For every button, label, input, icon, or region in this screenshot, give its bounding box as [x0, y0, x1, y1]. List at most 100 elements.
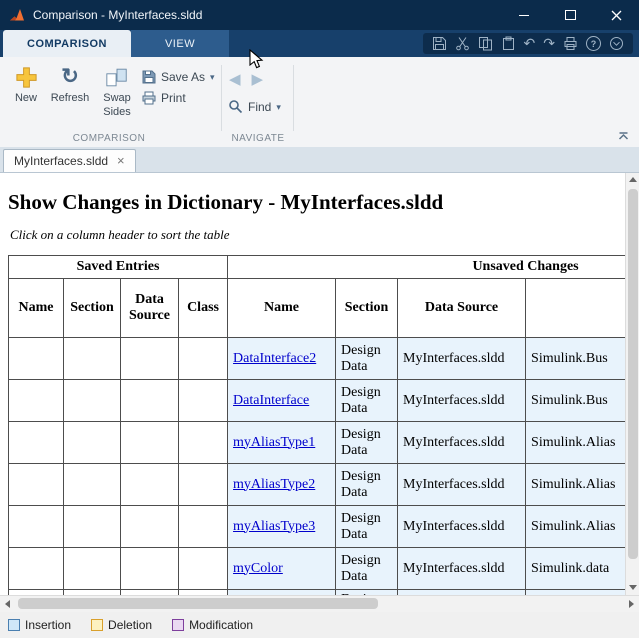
cell-name: myColor: [228, 548, 336, 590]
column-header-unsaved-name[interactable]: Name: [228, 279, 336, 338]
maximize-icon: [565, 10, 576, 20]
cell-saved-class: [179, 506, 228, 548]
legend-deletion: Deletion: [91, 618, 152, 632]
save-as-button[interactable]: Save As ▾: [142, 70, 215, 84]
report-subtitle: Click on a column header to sort the tab…: [10, 227, 625, 243]
scroll-down-arrow[interactable]: [629, 585, 637, 590]
document-tab-label: MyInterfaces.sldd: [14, 154, 108, 168]
cell-data-source: MyInterfaces.sldd: [398, 338, 526, 380]
cut-icon[interactable]: [455, 36, 470, 51]
scroll-left-arrow[interactable]: [5, 600, 10, 608]
cell-class: Simulink.Alias: [526, 422, 625, 464]
column-header-saved-data-source[interactable]: Data Source: [121, 279, 179, 338]
cell-class: Simulink.data: [526, 548, 625, 590]
cell-saved-name: [9, 422, 64, 464]
vertical-scroll-thumb[interactable]: [628, 189, 638, 559]
cell-saved-name: [9, 506, 64, 548]
table-row: myAliasType1 Design Data MyInterfaces.sl…: [9, 422, 626, 464]
find-button[interactable]: Find ▾: [228, 99, 281, 114]
chevron-down-icon: ▾: [276, 102, 281, 112]
cell-saved-section: [64, 464, 121, 506]
forward-button[interactable]: ▶: [252, 70, 264, 88]
cell-name: myAliasType3: [228, 506, 336, 548]
report-area: Show Changes in Dictionary - MyInterface…: [0, 172, 625, 595]
table-row: myAliasType2 Design Data MyInterfaces.sl…: [9, 464, 626, 506]
column-header-unsaved-class[interactable]: [526, 279, 625, 338]
swap-sides-icon: [105, 64, 129, 90]
report-title: Show Changes in Dictionary - MyInterface…: [8, 190, 625, 215]
cell-name: myAliasType2: [228, 464, 336, 506]
vertical-scrollbar[interactable]: [625, 172, 639, 595]
quick-access-toolbar: ↶ ↷ ?: [423, 33, 633, 54]
cell-saved-name: [9, 464, 64, 506]
new-button[interactable]: New: [8, 64, 44, 104]
search-icon: [228, 99, 243, 114]
ribbon: New ↻ Refresh Swap Sides Save As ▾ Print…: [0, 57, 639, 148]
undo-icon[interactable]: ↶: [524, 37, 536, 50]
maximize-button[interactable]: [547, 0, 593, 30]
cell-saved-data-source: [121, 464, 179, 506]
legend-modification-label: Modification: [189, 618, 253, 632]
cell-class: Simulink.Alias: [526, 506, 625, 548]
cell-saved-name: [9, 380, 64, 422]
tab-comparison[interactable]: COMPARISON: [3, 30, 131, 57]
column-header-unsaved-data-source[interactable]: Data Source: [398, 279, 526, 338]
cell-data-source: MyInterfaces.sldd: [398, 548, 526, 590]
print-label: Print: [161, 91, 186, 105]
matlab-logo-icon: [9, 7, 25, 23]
close-button[interactable]: [593, 0, 639, 30]
scroll-right-arrow[interactable]: [629, 600, 634, 608]
group-separator: [221, 65, 222, 131]
table-row: myColor Design Data MyInterfaces.sldd Si…: [9, 548, 626, 590]
refresh-button[interactable]: ↻ Refresh: [47, 64, 93, 104]
cell-saved-section: [64, 422, 121, 464]
cell-section: Design Data: [336, 548, 398, 590]
legend-deletion-label: Deletion: [108, 618, 152, 632]
entry-link[interactable]: myColor: [233, 561, 283, 576]
print-icon[interactable]: [563, 36, 578, 51]
table-row: myAliasType3 Design Data MyInterfaces.sl…: [9, 506, 626, 548]
column-header-unsaved-section[interactable]: Section: [336, 279, 398, 338]
group-header-row: Saved Entries Unsaved Changes: [9, 256, 626, 279]
entry-link[interactable]: myAliasType1: [233, 435, 315, 450]
help-icon[interactable]: ?: [586, 36, 601, 51]
find-label: Find: [248, 100, 271, 114]
cell-saved-class: [179, 422, 228, 464]
minimize-button[interactable]: [501, 0, 547, 30]
entry-link[interactable]: DataInterface: [233, 393, 309, 408]
tab-view[interactable]: VIEW: [131, 30, 229, 57]
copy-icon[interactable]: [478, 36, 493, 51]
column-header-saved-section[interactable]: Section: [64, 279, 121, 338]
column-header-saved-name[interactable]: Name: [9, 279, 64, 338]
refresh-icon: ↻: [61, 64, 79, 90]
tab-close-icon[interactable]: ×: [117, 155, 125, 167]
collapse-ribbon-button[interactable]: [617, 129, 630, 142]
printer-icon: [142, 91, 156, 105]
entry-link[interactable]: myAliasType2: [233, 477, 315, 492]
table-row: DataInterface Design Data MyInterfaces.s…: [9, 380, 626, 422]
back-button[interactable]: ◀: [229, 70, 241, 88]
document-tab[interactable]: MyInterfaces.sldd ×: [3, 149, 136, 172]
entry-link[interactable]: DataInterface2: [233, 351, 316, 366]
cell-name: DataInterface: [228, 380, 336, 422]
cell-saved-class: [179, 464, 228, 506]
cell-saved-data-source: [121, 506, 179, 548]
horizontal-scroll-thumb[interactable]: [18, 598, 378, 609]
entry-link[interactable]: myAliasType3: [233, 519, 315, 534]
cell-saved-name: [9, 548, 64, 590]
cell-saved-data-source: [121, 548, 179, 590]
legend-modification: Modification: [172, 618, 253, 632]
cell-saved-class: [179, 380, 228, 422]
paste-icon[interactable]: [501, 36, 516, 51]
redo-icon[interactable]: ↷: [543, 37, 555, 50]
save-icon[interactable]: [432, 36, 447, 51]
ribbon-options-icon[interactable]: [609, 36, 624, 51]
column-header-saved-class[interactable]: Class: [179, 279, 228, 338]
print-button[interactable]: Print: [142, 91, 215, 105]
cell-saved-data-source: [121, 338, 179, 380]
swap-sides-button[interactable]: Swap Sides: [96, 64, 138, 118]
insertion-swatch-icon: [8, 619, 20, 631]
cell-data-source: MyInterfaces.sldd: [398, 464, 526, 506]
scroll-up-arrow[interactable]: [629, 177, 637, 182]
close-icon: [611, 10, 622, 21]
